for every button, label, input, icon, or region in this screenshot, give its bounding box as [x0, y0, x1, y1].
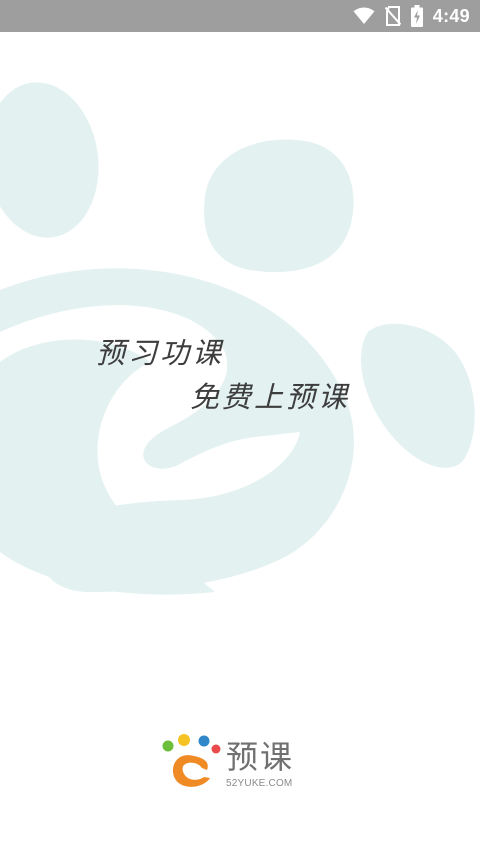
status-bar: 4:49: [0, 0, 480, 32]
deco-blob-middle: [204, 139, 354, 273]
wifi-icon: [353, 7, 375, 25]
splash-screen: 4:49 预习功课 免费上预课 预课 52YUKE.COM: [0, 0, 480, 854]
no-sim-icon: [384, 6, 401, 26]
logo-mark-icon: [162, 734, 221, 787]
background-decoration: [0, 82, 475, 595]
logo-name: 预课: [226, 738, 295, 776]
slogan-line-2: 免费上预课: [190, 380, 351, 414]
deco-blob-right: [361, 323, 475, 468]
deco-oval-left: [0, 82, 99, 238]
battery-charging-icon: [410, 5, 423, 27]
status-clock: 4:49: [432, 5, 470, 26]
status-icons: 4:49: [353, 0, 470, 32]
app-logo: 预课 52YUKE.COM: [160, 734, 320, 794]
logo-url: 52YUKE.COM: [226, 778, 293, 789]
slogan-line-1: 预习功课: [96, 336, 225, 370]
